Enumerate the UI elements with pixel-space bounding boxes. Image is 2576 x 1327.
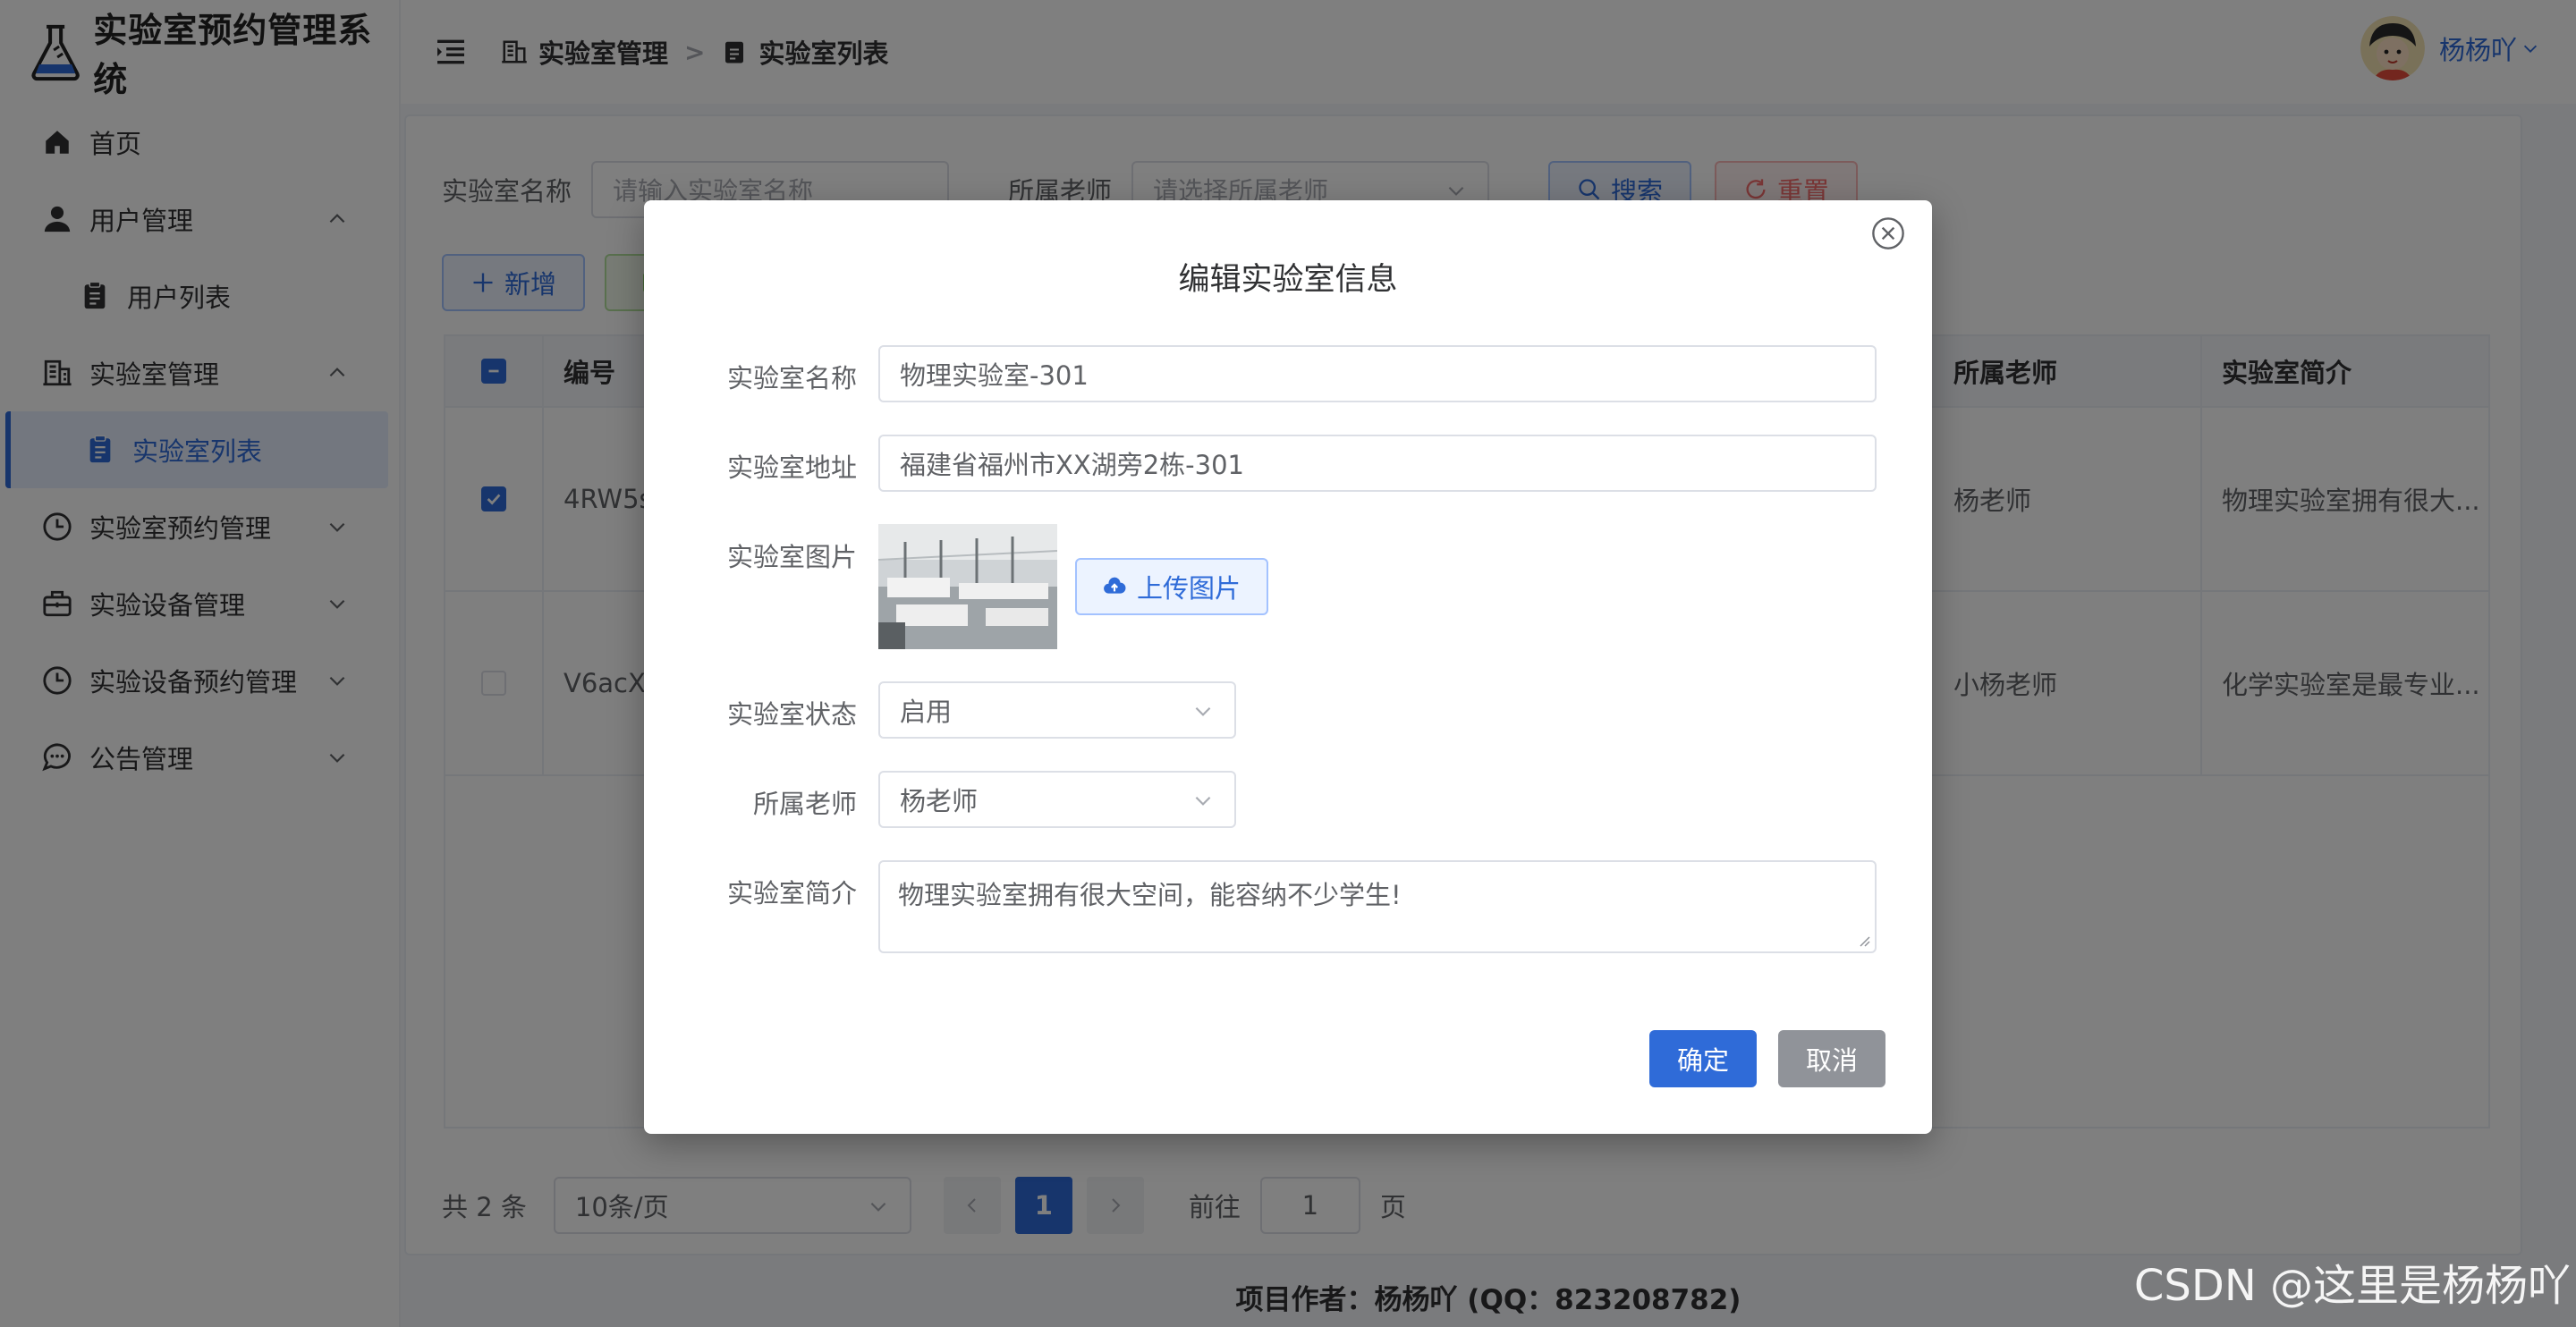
lab-teacher-label: 所属老师 <box>752 789 857 819</box>
watermark-text: CSDN @这里是杨杨吖 <box>2133 1261 2571 1311</box>
cloud-upload-icon <box>1104 577 1126 594</box>
lab-image-label: 实验室图片 <box>726 542 857 572</box>
dialog-title: 编辑实验室信息 <box>1178 262 1398 298</box>
chevron-down-icon <box>1195 796 1211 806</box>
lab-intro-value: 物理实验室拥有很大空间，能容纳不少学生! <box>898 880 1402 910</box>
form-row-image: 实验室图片 上传图片 <box>644 524 1932 649</box>
lab-image-thumbnail[interactable] <box>878 524 1057 649</box>
form-row-address: 实验室地址 福建省福州市XX湖旁2栋-301 <box>644 435 1932 492</box>
edit-lab-dialog: 编辑实验室信息 实验室名称 物理实验室-301 实验室地址 福建省福州市XX湖旁… <box>644 200 1932 1134</box>
confirm-button[interactable]: 确定 <box>1649 1030 1757 1087</box>
lab-intro-textarea[interactable]: 物理实验室拥有很大空间，能容纳不少学生! <box>878 860 1877 953</box>
lab-address-label: 实验室地址 <box>726 452 857 483</box>
lab-teacher-select[interactable]: 杨老师 <box>878 771 1236 828</box>
lab-status-label: 实验室状态 <box>726 699 857 730</box>
upload-image-label: 上传图片 <box>1136 573 1241 604</box>
lab-intro-label: 实验室简介 <box>726 878 857 909</box>
lab-status-value: 启用 <box>900 697 953 727</box>
form-row-status: 实验室状态 启用 <box>644 681 1932 739</box>
form-row-name: 实验室名称 物理实验室-301 <box>644 345 1932 402</box>
form-row-intro: 实验室简介 物理实验室拥有很大空间，能容纳不少学生! <box>644 860 1932 953</box>
lab-status-select[interactable]: 启用 <box>878 681 1236 739</box>
upload-image-button[interactable]: 上传图片 <box>1075 558 1268 615</box>
close-icon[interactable] <box>1871 216 1905 250</box>
lab-name-label: 实验室名称 <box>726 363 857 393</box>
lab-name-input[interactable]: 物理实验室-301 <box>878 345 1877 402</box>
chevron-down-icon <box>1195 706 1211 716</box>
form-row-teacher: 所属老师 杨老师 <box>644 771 1932 828</box>
resize-handle-icon[interactable] <box>1857 934 1871 948</box>
lab-address-input[interactable]: 福建省福州市XX湖旁2栋-301 <box>878 435 1877 492</box>
cancel-button[interactable]: 取消 <box>1778 1030 1885 1087</box>
lab-teacher-value: 杨老师 <box>900 786 979 816</box>
